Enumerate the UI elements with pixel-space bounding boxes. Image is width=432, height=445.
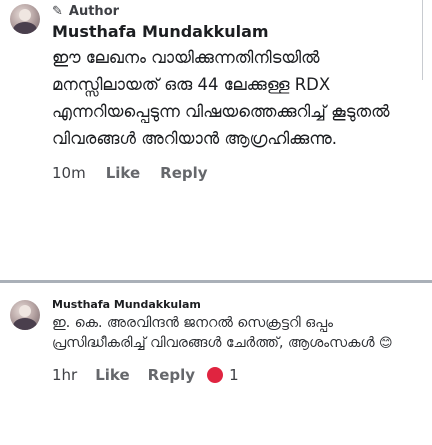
comment: Musthafa Mundakkulam ഇ. കെ. അരവിന്ദൻ ജനറ…	[52, 298, 412, 384]
comment-bubble: Musthafa Mundakkulam ഇ. കെ. അരവിന്ദൻ ജനറ…	[52, 298, 412, 354]
pencil-icon: ✎	[52, 3, 63, 19]
commenter-name[interactable]: Musthafa Mundakkulam	[52, 298, 412, 311]
reply-button[interactable]: Reply	[160, 164, 207, 182]
divider	[0, 280, 432, 283]
reply-button[interactable]: Reply	[148, 366, 195, 384]
like-button[interactable]: Like	[106, 164, 140, 182]
comment-actions: 10m Like Reply	[52, 164, 412, 182]
author-badge-label: Author	[68, 3, 120, 19]
avatar[interactable]	[10, 300, 40, 330]
comment-time[interactable]: 10m	[52, 164, 86, 182]
commenter-name[interactable]: Musthafa Mundakkulam	[52, 22, 412, 42]
thread-line	[422, 0, 423, 80]
comment: ✎ Author Musthafa Mundakkulam ഈ ലേഖനം വാ…	[52, 0, 412, 183]
comment-body: ഇ. കെ. അരവിന്ദൻ ജനറൽ സെക്രട്ടറി ഒപ്പം പ്…	[52, 315, 375, 351]
comment-time[interactable]: 1hr	[52, 366, 77, 384]
author-badge: ✎ Author	[52, 0, 412, 22]
comment-text: ഇ. കെ. അരവിന്ദൻ ജനറൽ സെക്രട്ടറി ഒപ്പം പ്…	[52, 313, 412, 354]
reaction-count: 1	[229, 366, 239, 384]
heart-reaction-icon	[207, 367, 224, 383]
comment-text: ഈ ലേഖനം വായിക്കുന്നതിനിടയിൽ മനസ്സിലായത് …	[52, 48, 390, 148]
avatar[interactable]	[10, 4, 40, 34]
comment-actions: 1hr Like Reply 1	[52, 366, 412, 384]
smile-emoji-icon: 😊	[378, 336, 393, 351]
reaction-summary[interactable]: 1	[207, 366, 239, 384]
like-button[interactable]: Like	[95, 366, 129, 384]
